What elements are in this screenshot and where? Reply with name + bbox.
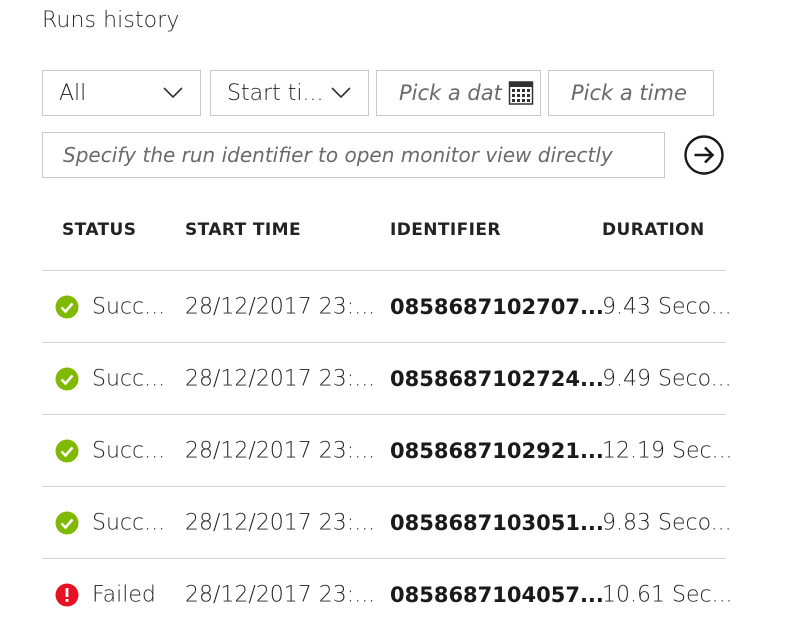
duration-text: 9.49 Seco... (602, 366, 732, 392)
error-circle-icon (55, 583, 79, 607)
status-text: Succ... (92, 294, 166, 320)
identifier-text: 0858687102707... (390, 295, 604, 319)
open-run-button[interactable] (683, 134, 725, 176)
date-picker-input[interactable]: Pick a dat (376, 70, 541, 116)
table-row[interactable]: Succ... 28/12/2017 23:... 0858687102707.… (42, 271, 732, 343)
time-placeholder: Pick a time (571, 81, 687, 105)
column-header-identifier[interactable]: IDENTIFIER (390, 220, 501, 240)
status-text: Succ... (92, 510, 166, 536)
check-circle-icon (55, 367, 79, 391)
status-text: Failed (92, 582, 156, 608)
duration-text: 12.19 Sec... (602, 438, 733, 464)
duration-text: 10.61 Sec... (602, 582, 733, 608)
check-circle-icon (55, 511, 79, 535)
calendar-icon[interactable] (508, 80, 534, 106)
identifier-text: 0858687102724... (390, 367, 604, 391)
start-time-text: 28/12/2017 23:... (185, 510, 376, 536)
check-circle-icon (55, 439, 79, 463)
arrow-right-circle-icon (684, 135, 724, 175)
table-row[interactable]: Succ... 28/12/2017 23:... 0858687102724.… (42, 343, 732, 415)
chevron-down-icon (162, 82, 184, 104)
identifier-text: 0858687103051... (390, 511, 604, 535)
page-title: Runs history (42, 8, 180, 33)
start-time-filter-value: Start ti... (227, 80, 324, 106)
column-header-status[interactable]: STATUS (62, 220, 136, 240)
identifier-text: 0858687104057... (390, 583, 604, 607)
table-row[interactable]: Failed 28/12/2017 23:... 0858687104057..… (42, 559, 733, 631)
time-picker-input[interactable]: Pick a time (548, 70, 714, 116)
status-text: Succ... (92, 438, 166, 464)
table-row[interactable]: Succ... 28/12/2017 23:... 0858687102921.… (42, 415, 733, 487)
date-placeholder: Pick a dat (399, 81, 502, 105)
run-identifier-input[interactable]: Specify the run identifier to open monit… (42, 132, 665, 178)
table-row[interactable]: Succ... 28/12/2017 23:... 0858687103051.… (42, 487, 732, 559)
column-header-start-time[interactable]: START TIME (185, 220, 301, 240)
chevron-down-icon (330, 82, 352, 104)
start-time-text: 28/12/2017 23:... (185, 438, 376, 464)
run-identifier-placeholder: Specify the run identifier to open monit… (63, 143, 613, 167)
duration-text: 9.43 Seco... (602, 294, 732, 320)
column-header-duration[interactable]: DURATION (602, 220, 705, 240)
duration-text: 9.83 Seco... (602, 510, 732, 536)
check-circle-icon (55, 295, 79, 319)
start-time-text: 28/12/2017 23:... (185, 582, 376, 608)
start-time-text: 28/12/2017 23:... (185, 294, 376, 320)
status-filter-value: All (59, 80, 87, 106)
identifier-text: 0858687102921... (390, 439, 604, 463)
start-time-text: 28/12/2017 23:... (185, 366, 376, 392)
status-filter-dropdown[interactable]: All (42, 70, 201, 116)
start-time-filter-dropdown[interactable]: Start ti... (210, 70, 369, 116)
status-text: Succ... (92, 366, 166, 392)
